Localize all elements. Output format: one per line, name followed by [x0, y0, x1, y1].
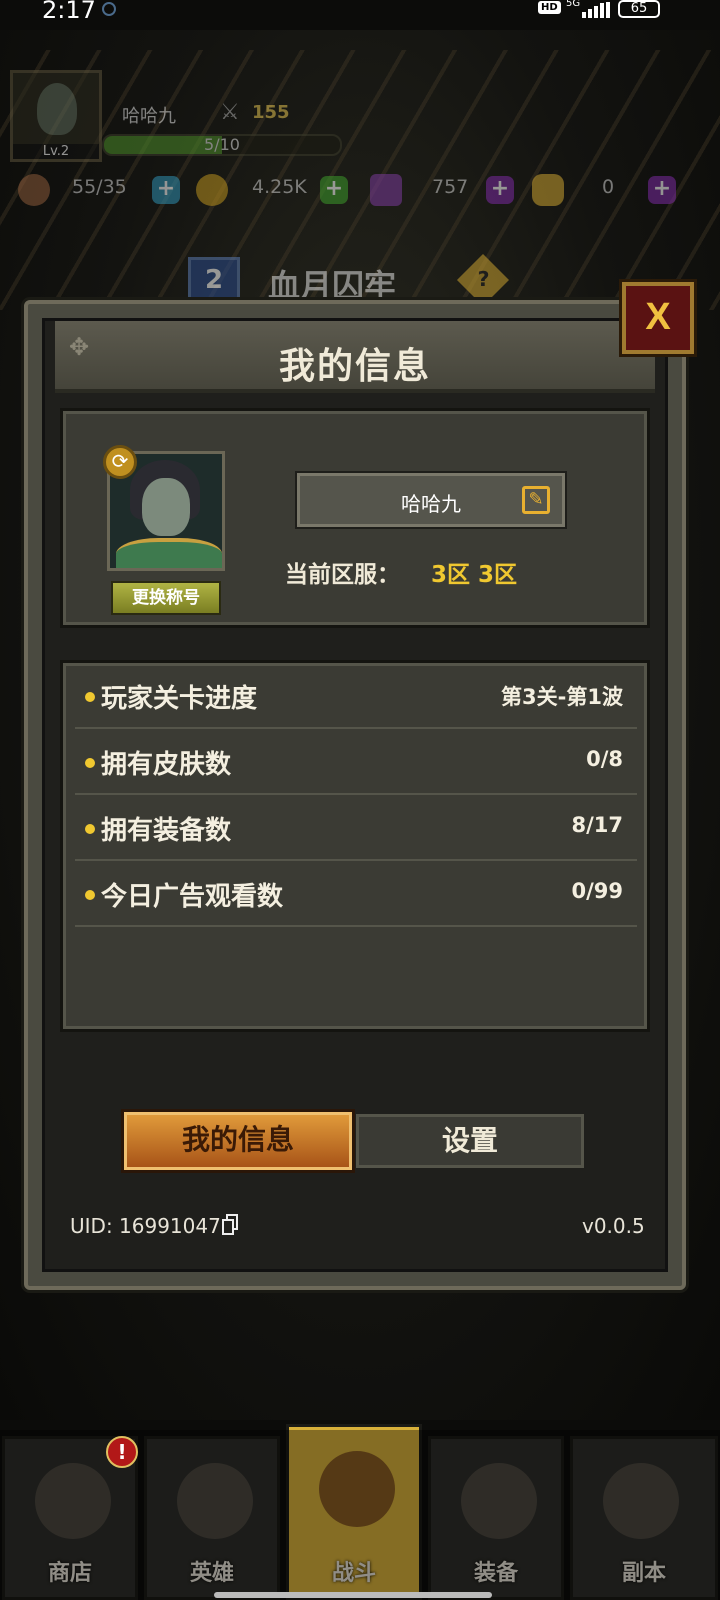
resource-diamond: 757 + — [370, 174, 530, 206]
home-indicator[interactable] — [214, 1592, 492, 1598]
question-icon: ? — [477, 267, 490, 292]
add-gold-button[interactable]: + — [320, 176, 348, 204]
uid-text: UID: 16991047 — [70, 1214, 221, 1238]
stage-number: 2 — [188, 257, 240, 303]
hd-badge: HD — [538, 1, 561, 14]
nav-hero[interactable]: 英雄 — [144, 1436, 280, 1600]
add-crystal-button[interactable]: + — [648, 176, 676, 204]
nav-equipment[interactable]: 装备 — [428, 1436, 564, 1600]
meat-icon — [18, 174, 50, 206]
stat-value: 0/8 — [586, 747, 623, 771]
crossed-swords-icon: ⚔ — [220, 100, 240, 125]
edit-name-icon[interactable]: ✎ — [522, 486, 550, 514]
bullet-icon — [85, 692, 95, 702]
stat-row-stage-progress: 玩家关卡进度 第3关-第1波 — [75, 663, 637, 729]
nav-label: 副本 — [621, 1561, 666, 1586]
gold-coin-icon — [196, 174, 228, 206]
player-level: Lv.2 — [13, 144, 99, 159]
stat-label: 玩家关卡进度 — [101, 684, 258, 714]
crystal-icon — [532, 174, 564, 206]
notification-dot-icon — [102, 2, 116, 16]
resource-gold: 4.25K + — [196, 174, 366, 206]
exp-bar: 5/10 — [102, 134, 342, 156]
meat-value: 55/35 — [72, 176, 127, 198]
stat-row-skins: 拥有皮肤数 0/8 — [75, 729, 637, 795]
server-value: 3区 3区 — [431, 562, 518, 588]
portrait-face — [142, 478, 190, 536]
stat-label: 今日广告观看数 — [101, 882, 284, 912]
shop-notification-badge: ! — [106, 1436, 138, 1468]
help-button[interactable]: ? — [456, 253, 510, 307]
bullet-icon — [85, 758, 95, 768]
stat-label: 拥有皮肤数 — [101, 750, 232, 780]
crossed-swords-icon — [319, 1451, 395, 1527]
stat-value: 第3关-第1波 — [501, 685, 623, 709]
nav-label: 战斗 — [331, 1561, 376, 1586]
diamond-value: 757 — [432, 176, 469, 198]
status-bar: 2:17 HD 5G 65 — [0, 0, 720, 24]
signal-bars-icon — [582, 2, 610, 18]
copy-icon[interactable] — [222, 1214, 240, 1236]
nav-dungeon[interactable]: 副本 — [570, 1436, 718, 1600]
server-label: 当前区服： — [285, 562, 400, 588]
version-text: v0.0.5 — [582, 1214, 645, 1238]
battery-indicator: 65 — [618, 0, 660, 18]
bullet-icon — [85, 824, 95, 834]
nav-label: 英雄 — [189, 1561, 234, 1586]
nav-label: 商店 — [47, 1561, 92, 1586]
stat-label: 拥有装备数 — [101, 816, 232, 846]
tab-settings[interactable]: 设置 — [356, 1114, 584, 1168]
stage-header: 2 血月囚牢 ? — [188, 253, 518, 307]
combat-power: 155 — [252, 102, 290, 123]
refresh-avatar-icon[interactable]: ⟳ — [103, 445, 137, 479]
stat-value: 8/17 — [571, 813, 623, 837]
change-title-button[interactable]: 更换称号 — [111, 581, 221, 615]
nav-battle[interactable]: 战斗 — [286, 1424, 422, 1600]
status-time: 2:17 — [42, 0, 96, 24]
resource-crystal: 0 + — [532, 174, 692, 206]
stats-panel: 玩家关卡进度 第3关-第1波 拥有皮肤数 0/8 拥有装备数 8/17 今日广告… — [60, 660, 650, 1032]
resource-meat: 55/35 + — [18, 174, 188, 206]
diamond-icon — [370, 174, 402, 206]
profile-panel: ⟳ 更换称号 哈哈九 ✎ 当前区服： 3区 3区 — [60, 408, 650, 628]
player-name-field[interactable]: 哈哈九 ✎ — [297, 473, 565, 527]
stat-value: 0/99 — [571, 879, 623, 903]
scroll-icon — [603, 1463, 679, 1539]
add-diamond-button[interactable]: + — [486, 176, 514, 204]
dialog-title-band: ✥ 我的信息 — [55, 321, 655, 393]
hud-player-name: 哈哈九 — [122, 106, 176, 127]
exp-text: 5/10 — [204, 135, 240, 154]
tab-my-info[interactable]: 我的信息 — [124, 1112, 352, 1170]
gold-value: 4.25K — [252, 176, 307, 198]
hero-helmet-icon — [177, 1463, 253, 1539]
bullet-icon — [85, 890, 95, 900]
network-type: 5G — [566, 0, 581, 9]
dialog-title: 我的信息 — [278, 346, 431, 387]
player-avatar[interactable]: Lv.2 — [10, 70, 102, 162]
close-button[interactable]: X — [622, 282, 694, 354]
crystal-value: 0 — [602, 176, 615, 198]
stat-row-ads-watched: 今日广告观看数 0/99 — [75, 861, 637, 927]
boots-icon — [461, 1463, 537, 1539]
portrait-robe — [116, 538, 222, 568]
nav-label: 装备 — [473, 1561, 518, 1586]
top-hud: Lv.2 哈哈九 ⚔ 155 5/10 55/35 + 4.25K + 757 … — [0, 62, 720, 312]
shop-bag-icon — [35, 1463, 111, 1539]
stat-row-equipment: 拥有装备数 8/17 — [75, 795, 637, 861]
add-meat-button[interactable]: + — [152, 176, 180, 204]
avatar-face-icon — [37, 83, 77, 135]
